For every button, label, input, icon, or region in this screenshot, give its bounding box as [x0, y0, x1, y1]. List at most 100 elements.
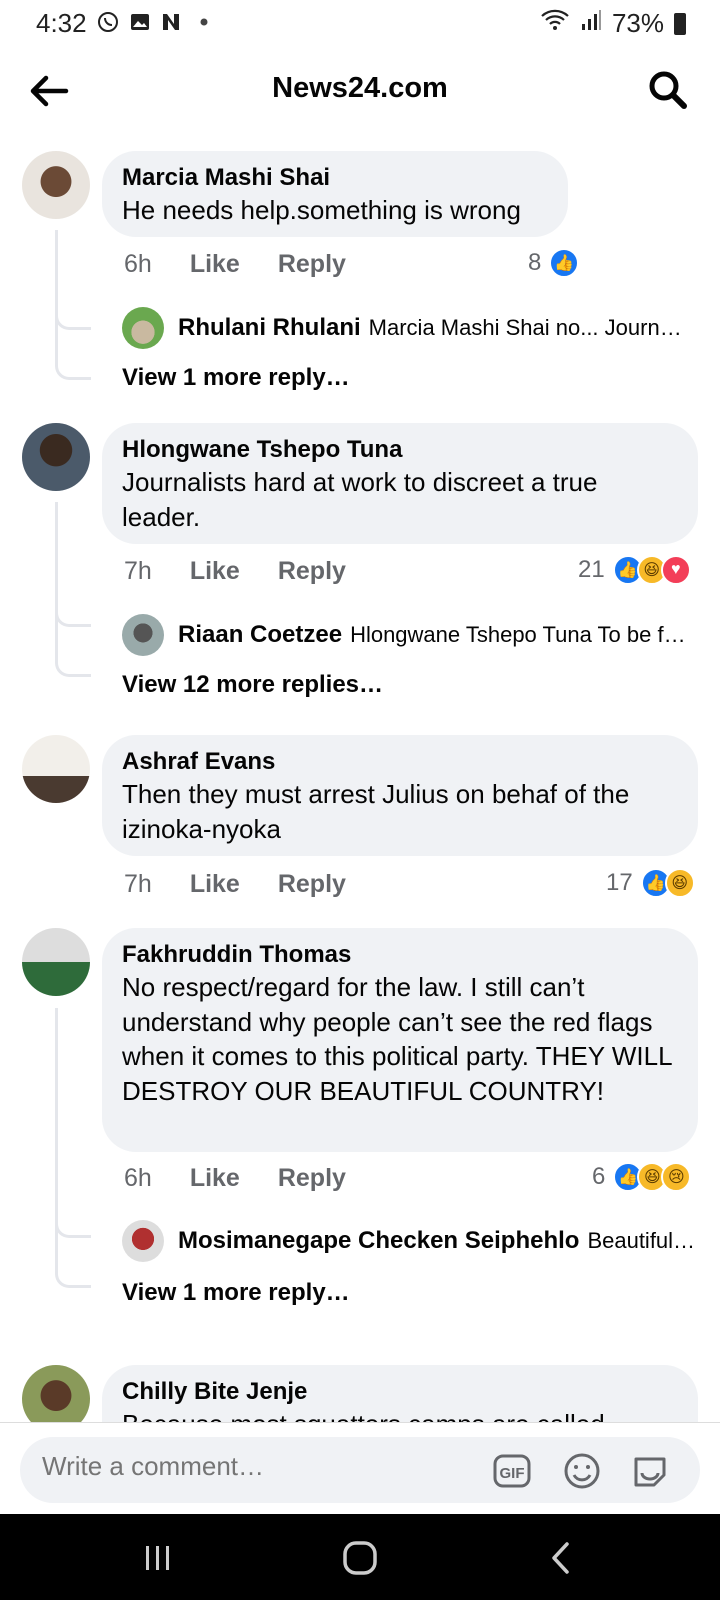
- reaction-count: 8: [528, 249, 542, 276]
- reaction-summary[interactable]: 17 👍 😆: [606, 868, 695, 898]
- like-button[interactable]: Like: [190, 870, 240, 899]
- haha-reaction-icon: 😆: [664, 868, 695, 898]
- reply-author[interactable]: Mosimanegape Checken Seiphehlo: [178, 1227, 579, 1255]
- reply-preview[interactable]: Rhulani Rhulani Marcia Mashi Shai no... …: [122, 306, 702, 350]
- home-button[interactable]: [340, 1540, 380, 1576]
- comment-actions: 7h Like Reply: [124, 557, 346, 586]
- comment-bubble[interactable]: Ashraf Evans Then they must arrest Juliu…: [102, 735, 698, 856]
- like-button[interactable]: Like: [190, 250, 240, 279]
- comment-time[interactable]: 7h: [124, 557, 152, 586]
- comment-actions: 6h Like Reply: [124, 1164, 346, 1193]
- like-button[interactable]: Like: [190, 1164, 240, 1193]
- emoji-button[interactable]: [562, 1451, 602, 1491]
- reply-author[interactable]: Riaan Coetzee: [178, 621, 342, 649]
- comment-author[interactable]: Chilly Bite Jenje: [122, 1377, 678, 1407]
- comment-input-box[interactable]: GIF: [20, 1437, 700, 1503]
- comment-author[interactable]: Marcia Mashi Shai: [122, 163, 548, 193]
- avatar[interactable]: [22, 151, 90, 219]
- dot-icon: [192, 10, 216, 34]
- comment-time[interactable]: 6h: [124, 1164, 152, 1193]
- comment-author[interactable]: Ashraf Evans: [122, 747, 678, 777]
- comment-text: No respect/regard for the law. I still c…: [122, 972, 672, 1106]
- like-button[interactable]: Like: [190, 557, 240, 586]
- avatar[interactable]: [22, 1365, 90, 1422]
- reply-snippet: Marcia Mashi Shai no... Journ…: [368, 315, 682, 340]
- search-button[interactable]: [646, 68, 690, 112]
- comment-input[interactable]: [42, 1451, 462, 1482]
- avatar[interactable]: [122, 614, 164, 656]
- avatar[interactable]: [22, 423, 90, 491]
- home-icon: [343, 1541, 377, 1575]
- wifi-icon: [540, 8, 570, 39]
- reply-button[interactable]: Reply: [278, 1164, 346, 1193]
- recent-apps-icon: [146, 1546, 169, 1570]
- thread-line: [55, 1168, 91, 1288]
- comment-author[interactable]: Hlongwane Tshepo Tuna: [122, 435, 678, 465]
- smiley-icon: [564, 1453, 600, 1489]
- reply-button[interactable]: Reply: [278, 557, 346, 586]
- gif-button[interactable]: GIF: [492, 1451, 532, 1491]
- status-bar: 4:32 73%: [0, 0, 720, 46]
- comments-feed[interactable]: Marcia Mashi Shai He needs help.somethin…: [0, 140, 720, 1422]
- reply-preview[interactable]: Mosimanegape Checken Seiphehlo Beautiful…: [122, 1219, 702, 1263]
- whatsapp-icon: [96, 10, 120, 34]
- comment-bubble[interactable]: Fakhruddin Thomas No respect/regard for …: [102, 928, 698, 1152]
- gif-label: GIF: [500, 1465, 525, 1482]
- reply-button[interactable]: Reply: [278, 870, 346, 899]
- comment-actions: 6h Like Reply: [124, 250, 346, 279]
- notification-icons: [96, 10, 216, 34]
- love-reaction-icon: ♥: [660, 555, 691, 585]
- reply-button[interactable]: Reply: [278, 250, 346, 279]
- view-more-replies[interactable]: View 1 more reply…: [122, 364, 350, 392]
- comment-text: Because most squatters camps are called: [122, 1407, 678, 1422]
- reaction-summary[interactable]: 21 👍 😆 ♥: [578, 555, 691, 585]
- comment-actions: 7h Like Reply: [124, 870, 346, 899]
- comment-composer: GIF: [0, 1422, 720, 1514]
- sticker-button[interactable]: [630, 1451, 670, 1491]
- signal-icon: [580, 8, 602, 39]
- avatar[interactable]: [22, 735, 90, 803]
- reaction-summary[interactable]: 8 👍: [528, 248, 580, 278]
- back-nav-button[interactable]: [542, 1540, 582, 1576]
- recent-apps-button[interactable]: [138, 1540, 178, 1576]
- reaction-count: 6: [592, 1163, 606, 1190]
- like-reaction-icon: 👍: [549, 248, 580, 278]
- reply-snippet: Beautiful…: [587, 1228, 696, 1253]
- reply-author[interactable]: Rhulani Rhulani: [178, 314, 361, 342]
- comment-bubble[interactable]: Hlongwane Tshepo Tuna Journalists hard a…: [102, 423, 698, 544]
- gif-icon: GIF: [493, 1454, 531, 1488]
- reply-preview[interactable]: Riaan Coetzee Hlongwane Tshepo Tuna To b…: [122, 613, 702, 657]
- avatar[interactable]: [122, 1220, 164, 1262]
- avatar[interactable]: [122, 307, 164, 349]
- avatar[interactable]: [22, 928, 90, 996]
- reaction-summary[interactable]: 6 👍 😆 😢: [592, 1162, 692, 1192]
- comment-time[interactable]: 7h: [124, 870, 152, 899]
- page-title: News24.com: [272, 72, 448, 104]
- comment-bubble[interactable]: Chilly Bite Jenje Because most squatters…: [102, 1365, 698, 1422]
- system-navigation-bar: [0, 1514, 720, 1600]
- view-more-replies[interactable]: View 12 more replies…: [122, 671, 383, 699]
- gallery-icon: [128, 10, 152, 34]
- sticker-icon: [634, 1457, 666, 1487]
- comment-text: Journalists hard at work to discreet a t…: [122, 467, 598, 532]
- reaction-count: 17: [606, 869, 633, 896]
- header: News24.com: [0, 50, 720, 130]
- thread-line: [55, 280, 91, 380]
- sad-reaction-icon: 😢: [661, 1162, 692, 1192]
- status-right: 73%: [540, 8, 686, 39]
- comment-bubble[interactable]: Marcia Mashi Shai He needs help.somethin…: [102, 151, 568, 237]
- comment-text: He needs help.something is wrong: [122, 195, 521, 225]
- reaction-count: 21: [578, 556, 605, 583]
- reply-snippet: Hlongwane Tshepo Tuna To be f…: [350, 622, 686, 647]
- comment-text: Then they must arrest Julius on behaf of…: [122, 779, 630, 844]
- comment-time[interactable]: 6h: [124, 250, 152, 279]
- view-more-replies[interactable]: View 1 more reply…: [122, 1279, 350, 1307]
- search-icon: [649, 71, 687, 109]
- battery-level: 73%: [611, 8, 664, 38]
- back-chevron-icon: [552, 1542, 569, 1574]
- news-app-icon: [160, 10, 184, 34]
- status-time: 4:32: [36, 8, 87, 38]
- battery-icon: [674, 12, 686, 35]
- thread-line: [55, 562, 91, 677]
- comment-author[interactable]: Fakhruddin Thomas: [122, 940, 678, 970]
